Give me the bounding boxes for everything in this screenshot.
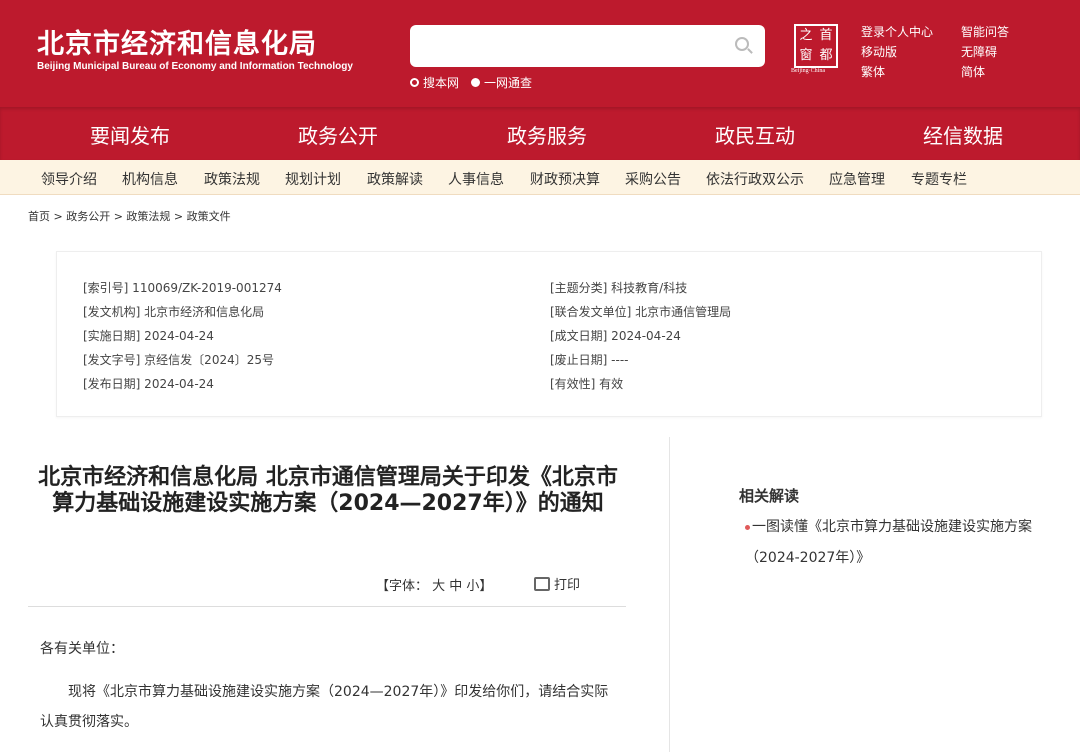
radio-label: 一网通查 <box>484 76 533 90</box>
seal-char: 之 <box>799 28 813 43</box>
search-icon[interactable] <box>735 37 749 51</box>
nav-interaction[interactable]: 政民互动 <box>715 120 795 149</box>
site-title-en: Beijing Municipal Bureau of Economy and … <box>37 61 353 72</box>
subnav-item[interactable]: 规划计划 <box>285 169 341 189</box>
meta-category: [主题分类] 科技教育/科技 <box>550 281 688 295</box>
breadcrumb[interactable]: 首页 > 政务公开 > 政策法规 > 政策文件 <box>28 208 231 224</box>
link-simplified[interactable]: 简体 <box>961 63 1041 80</box>
subnav-item[interactable]: 政策解读 <box>367 169 423 189</box>
search-option-site[interactable]: 搜本网 <box>410 74 459 91</box>
subnav-item[interactable]: 采购公告 <box>625 169 681 189</box>
print-label: 打印 <box>554 578 581 593</box>
sub-nav: 领导介绍 机构信息 政策法规 规划计划 政策解读 人事信息 财政预决算 采购公告… <box>0 160 1080 195</box>
subnav-item[interactable]: 应急管理 <box>829 169 885 189</box>
link-accessibility[interactable]: 无障碍 <box>961 43 1041 60</box>
seal-char: 窗 <box>799 48 813 63</box>
related-heading: 相关解读 <box>739 487 800 505</box>
seal-caption: Beijing·China <box>791 68 825 74</box>
subnav-item[interactable]: 机构信息 <box>122 169 178 189</box>
nav-gov-affairs-open[interactable]: 政务公开 <box>298 120 378 163</box>
link-qa[interactable]: 智能问答 <box>961 23 1041 40</box>
subnav-item[interactable]: 财政预决算 <box>530 169 600 189</box>
subnav-item[interactable]: 依法行政双公示 <box>706 169 804 189</box>
meta-effective-date: [实施日期] 2024-04-24 <box>83 329 214 343</box>
nav-gov-services[interactable]: 政务服务 <box>507 120 587 149</box>
header: 北京市经济和信息化局 Beijing Municipal Bureau of E… <box>0 0 1080 107</box>
link-login[interactable]: 登录个人中心 <box>861 23 961 40</box>
related-link[interactable]: 一图读懂《北京市算力基础设施建设实施方案（2024-2027年）》 <box>745 512 1045 574</box>
main-nav: 要闻发布 政务公开 政务服务 政民互动 经信数据 <box>0 107 1080 163</box>
radio-label: 搜本网 <box>423 76 460 90</box>
divider <box>28 606 626 607</box>
printer-icon <box>534 576 550 591</box>
subnav-item[interactable]: 领导介绍 <box>41 169 97 189</box>
radio-selected-icon <box>471 78 481 87</box>
print-button[interactable]: 打印 <box>534 574 580 593</box>
nav-data[interactable]: 经信数据 <box>923 120 1003 149</box>
link-traditional[interactable]: 繁体 <box>861 63 961 80</box>
document-metadata: [索引号] 110069/ZK-2019-001274 [发文机构] 北京市经济… <box>56 251 1042 417</box>
radio-icon <box>410 78 419 87</box>
meta-written-date: [成文日期] 2024-04-24 <box>550 329 681 343</box>
font-size-selector[interactable]: 【字体： 大 中 小】 <box>376 575 492 594</box>
article-title: 北京市经济和信息化局 北京市通信管理局关于印发《北京市算力基础设施建设实施方案（… <box>38 465 618 516</box>
meta-publish-date: [发布日期] 2024-04-24 <box>83 377 214 391</box>
related-link-text[interactable]: 一图读懂《北京市算力基础设施建设实施方案（2024-2027年）》 <box>745 519 1032 566</box>
meta-doc-number: [发文字号] 京经信发〔2024〕25号 <box>83 353 274 367</box>
article-salutation: 各有关单位： <box>40 641 124 657</box>
search-option-all[interactable]: 一网通查 <box>471 74 532 91</box>
bullet-icon <box>745 524 750 530</box>
search-input[interactable] <box>410 25 765 67</box>
nav-news[interactable]: 要闻发布 <box>90 120 170 149</box>
article-paragraph: 现将《北京市算力基础设施建设实施方案（2024—2027年）》印发给你们，请结合… <box>40 684 609 730</box>
meta-joint-issuer: [联合发文单位] 北京市通信管理局 <box>550 305 732 319</box>
meta-index: [索引号] 110069/ZK-2019-001274 <box>83 281 282 295</box>
site-title[interactable]: 北京市经济和信息化局 <box>37 22 317 61</box>
seal-char: 首 <box>819 28 833 43</box>
seal-char: 都 <box>819 48 833 63</box>
subnav-item[interactable]: 专题专栏 <box>911 169 967 189</box>
subnav-item[interactable]: 政策法规 <box>204 169 260 189</box>
column-divider <box>669 437 670 752</box>
meta-validity: [有效性] 有效 <box>550 377 624 391</box>
capital-window-logo[interactable]: 之首窗都 <box>794 24 838 68</box>
meta-expiry-date: [废止日期] ---- <box>550 353 629 367</box>
subnav-item[interactable]: 人事信息 <box>448 169 504 189</box>
meta-issuer: [发文机构] 北京市经济和信息化局 <box>83 305 265 319</box>
link-mobile[interactable]: 移动版 <box>861 43 961 60</box>
